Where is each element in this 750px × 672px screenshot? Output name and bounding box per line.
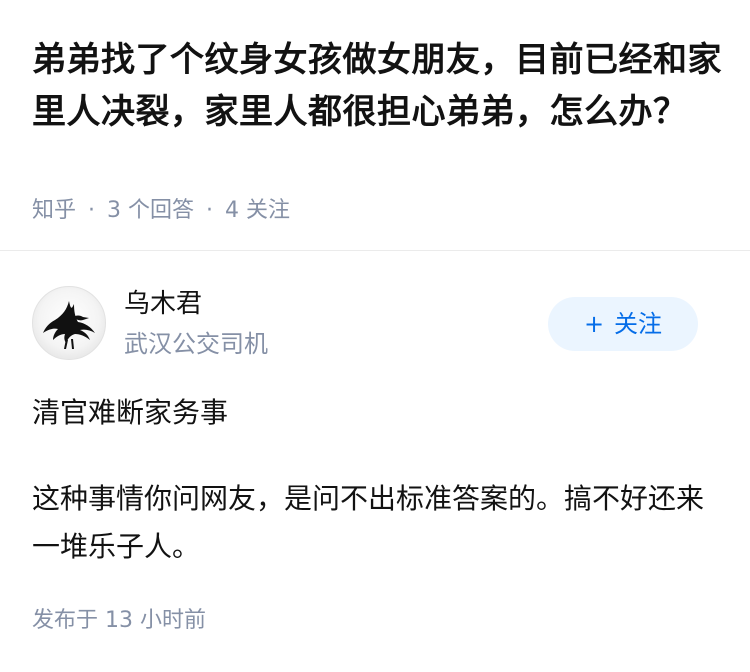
- question-title[interactable]: 弟弟找了个纹身女孩做女朋友，目前已经和家里人决裂，家里人都很担心弟弟，怎么办？: [32, 34, 732, 138]
- answer-card: 乌木君 武汉公交司机 + 关注 清官难断家务事 这种事情你问网友，是问不出标准答案…: [0, 251, 750, 672]
- follow-button[interactable]: + 关注: [548, 297, 698, 351]
- author-name[interactable]: 乌木君: [124, 287, 202, 321]
- avatar[interactable]: [32, 286, 106, 360]
- answer-paragraph: 这种事情你问网友，是问不出标准答案的。搞不好还来一堆乐子人。: [32, 482, 705, 563]
- answers-count[interactable]: 3 个回答: [107, 198, 194, 223]
- followers-count[interactable]: 4 关注: [225, 198, 290, 223]
- source-label[interactable]: 知乎: [32, 198, 76, 223]
- plus-icon: +: [583, 310, 605, 338]
- question-meta: 知乎 · 3 个回答 · 4 关注: [32, 196, 290, 226]
- follow-button-label: 关注: [614, 310, 663, 338]
- crow-icon: [43, 301, 95, 349]
- answer-paragraph: 清官难断家务事: [32, 396, 229, 429]
- meta-separator: ·: [206, 198, 214, 223]
- publish-time: 发布于 13 小时前: [32, 608, 206, 633]
- author-bio: 武汉公交司机: [124, 330, 268, 358]
- meta-separator: ·: [88, 198, 96, 223]
